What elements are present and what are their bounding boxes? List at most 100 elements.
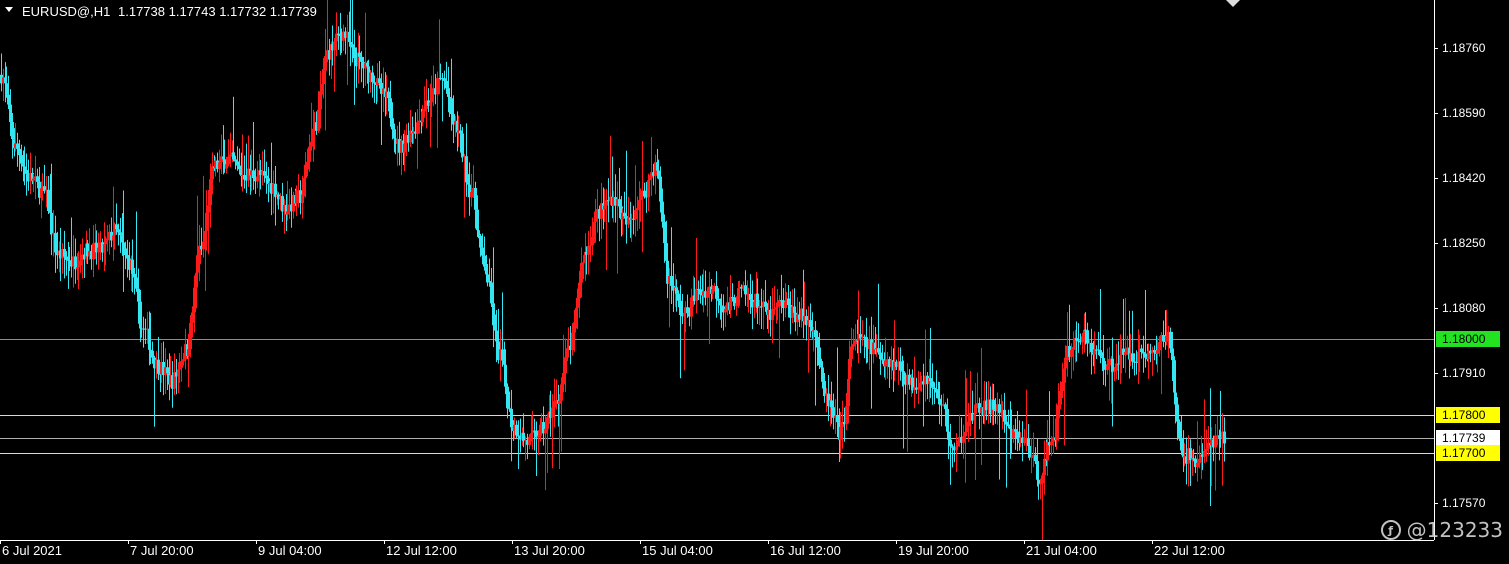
candle-body bbox=[1041, 475, 1044, 484]
candle-body bbox=[956, 442, 959, 447]
candle-body bbox=[699, 289, 702, 295]
candle-body bbox=[830, 400, 833, 408]
price-chart: 1.18760 1.18590 1.18420 1.18250 1.18080 1.179… bbox=[0, 0, 1500, 558]
candle-body bbox=[949, 439, 952, 447]
candle-body bbox=[735, 303, 738, 307]
candle-body bbox=[657, 170, 660, 177]
candle-body bbox=[1196, 462, 1199, 468]
candle-body bbox=[695, 288, 698, 302]
candle-body bbox=[403, 143, 406, 153]
candle-body bbox=[1176, 404, 1179, 422]
candle-body bbox=[1214, 435, 1217, 448]
candle-body bbox=[537, 435, 540, 438]
candle-body bbox=[931, 381, 934, 388]
candle-body bbox=[225, 164, 228, 169]
candle-body bbox=[1086, 330, 1089, 344]
triangle-down-icon[interactable] bbox=[5, 7, 13, 12]
candle-body bbox=[881, 359, 884, 361]
y-tick-label: 1.18420 bbox=[1442, 171, 1486, 185]
candle-body bbox=[25, 169, 28, 174]
candle-body bbox=[1180, 437, 1183, 451]
chart-header: EURUSD@,H1 1.17738 1.17743 1.17732 1.177… bbox=[5, 0, 1240, 19]
candle-body bbox=[461, 133, 464, 158]
candle-body bbox=[501, 349, 504, 361]
candle-body bbox=[182, 359, 185, 362]
candle-body bbox=[504, 364, 507, 387]
candle-body bbox=[962, 436, 965, 443]
candle-body bbox=[18, 148, 21, 156]
candle-body bbox=[1070, 349, 1073, 357]
candle-body bbox=[104, 240, 107, 245]
candle-body bbox=[47, 189, 50, 211]
candle-body bbox=[450, 98, 453, 115]
candle-body bbox=[229, 154, 232, 157]
candle-body bbox=[879, 352, 882, 360]
candle-body bbox=[126, 255, 129, 259]
candle-body bbox=[74, 256, 77, 270]
level-label: 1.17800 bbox=[1442, 408, 1486, 422]
candle-body bbox=[421, 111, 424, 123]
candle-body bbox=[353, 47, 356, 59]
candle-body bbox=[227, 156, 230, 165]
candle-body bbox=[1057, 404, 1060, 419]
candle-body bbox=[218, 162, 221, 169]
candle-body bbox=[483, 255, 486, 267]
candle-body bbox=[1007, 424, 1010, 427]
candle-body bbox=[917, 388, 920, 390]
candle-body bbox=[729, 297, 732, 311]
candle-body bbox=[166, 367, 169, 374]
candle-body bbox=[68, 260, 71, 265]
candle-body bbox=[1016, 431, 1019, 439]
candle-body bbox=[1102, 358, 1105, 365]
candle-body bbox=[1144, 353, 1147, 358]
candle-body bbox=[445, 80, 448, 89]
candle-body bbox=[301, 194, 304, 204]
x-tick-label: 21 Jul 04:00 bbox=[1026, 543, 1097, 558]
candle-body bbox=[852, 344, 855, 347]
candle-body bbox=[65, 256, 68, 260]
candle-body bbox=[333, 41, 336, 51]
candle-body bbox=[97, 247, 100, 253]
candle-body bbox=[1156, 350, 1159, 354]
candle-body bbox=[1055, 418, 1058, 441]
candle-body bbox=[1099, 350, 1102, 357]
candle-body bbox=[809, 320, 812, 328]
candle-body bbox=[675, 287, 678, 294]
candle-body bbox=[474, 188, 477, 210]
candle-body bbox=[23, 166, 26, 170]
y-tick-label: 1.18080 bbox=[1442, 301, 1486, 315]
candle-body bbox=[618, 199, 621, 207]
candle-body bbox=[1106, 365, 1109, 370]
candle-body bbox=[92, 243, 95, 260]
candle-body bbox=[967, 421, 970, 427]
candle-body bbox=[528, 436, 531, 445]
candle-body bbox=[764, 301, 767, 307]
candle-body bbox=[459, 130, 462, 134]
candle-body bbox=[317, 109, 320, 131]
candle-body bbox=[131, 259, 134, 274]
candle-body bbox=[623, 212, 626, 217]
candle-body bbox=[564, 357, 567, 374]
candle-body bbox=[236, 161, 239, 166]
x-tick-label: 15 Jul 04:00 bbox=[642, 543, 713, 558]
candle-body bbox=[286, 211, 289, 215]
candle-body bbox=[16, 143, 19, 149]
candle-body bbox=[821, 367, 824, 382]
candle-body bbox=[947, 431, 950, 440]
candle-body bbox=[9, 104, 12, 123]
candle-body bbox=[448, 96, 451, 99]
candle-body bbox=[720, 305, 723, 307]
candle-body bbox=[265, 175, 268, 179]
candle-body bbox=[1198, 458, 1201, 463]
candle-body bbox=[636, 208, 639, 211]
candle-body bbox=[1061, 381, 1064, 392]
candle-body bbox=[661, 201, 664, 222]
candle-body bbox=[486, 274, 489, 281]
candle-body bbox=[643, 190, 646, 197]
candle-body bbox=[11, 122, 14, 140]
candle-body bbox=[124, 248, 127, 256]
candle-body bbox=[944, 404, 947, 409]
candle-body bbox=[814, 330, 817, 338]
candle-body bbox=[1124, 351, 1127, 355]
candle-body bbox=[724, 308, 727, 313]
